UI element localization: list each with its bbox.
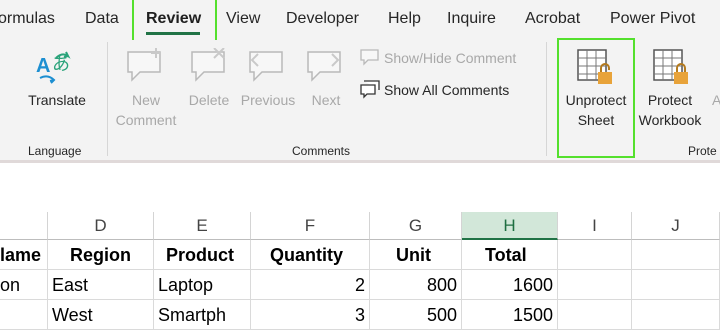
comments-group-label: Comments — [292, 144, 351, 158]
translate-icon: A あ — [36, 50, 78, 93]
table-cell[interactable]: Smartph — [154, 300, 251, 330]
protect-workbook-label-2[interactable]: Workbook — [636, 110, 704, 130]
column-header-c[interactable] — [0, 212, 48, 240]
tab-formulas[interactable]: ormulas — [0, 10, 55, 28]
formula-bar-area[interactable] — [0, 163, 720, 201]
group-separator — [546, 42, 547, 156]
cell-f-header[interactable]: Quantity — [251, 240, 370, 270]
table-cell[interactable]: 500 — [370, 300, 462, 330]
previous-comment-icon — [248, 48, 288, 89]
language-group-label: Language — [28, 144, 82, 158]
table-cell[interactable]: 3 — [251, 300, 370, 330]
table-cell[interactable]: 1500 — [462, 300, 558, 330]
table-cell[interactable]: East — [48, 270, 154, 300]
group-separator — [107, 42, 108, 156]
next-comment-icon — [306, 48, 346, 89]
cell-c-header[interactable]: lame — [0, 240, 48, 270]
protect-workbook-label-1[interactable]: Protect — [636, 90, 704, 110]
column-header-e[interactable]: E — [154, 212, 251, 240]
table-cell[interactable] — [632, 300, 720, 330]
unprotect-sheet-highlight — [557, 38, 635, 158]
table-cell[interactable] — [558, 300, 632, 330]
next-comment-button[interactable]: Next — [304, 90, 348, 110]
tab-view[interactable]: View — [226, 10, 260, 28]
cell-e-header[interactable]: Product — [154, 240, 251, 270]
cell-j-header[interactable] — [632, 240, 720, 270]
tab-inquire[interactable]: Inquire — [447, 10, 496, 28]
svg-text:A: A — [36, 55, 50, 77]
translate-button[interactable]: Translate — [24, 90, 90, 110]
delete-comment-icon — [190, 47, 230, 89]
show-all-comments-icon — [360, 80, 380, 105]
table-cell[interactable]: Laptop — [154, 270, 251, 300]
cut-off-ribbon-button[interactable]: A — [712, 90, 720, 110]
table-cell[interactable] — [632, 270, 720, 300]
column-header-h[interactable]: H — [462, 212, 558, 240]
tab-data[interactable]: Data — [85, 10, 119, 28]
table-cell[interactable]: 2 — [251, 270, 370, 300]
new-comment-label-2[interactable]: Comment — [112, 110, 180, 130]
ribbon-tab-bar: ormulas Data Review View Developer Help … — [0, 0, 720, 40]
column-header-i[interactable]: I — [558, 212, 632, 240]
cell-h-header[interactable]: Total — [462, 240, 558, 270]
new-comment-icon — [126, 48, 166, 89]
show-hide-comment-button[interactable]: Show/Hide Comment — [384, 48, 516, 68]
tab-developer[interactable]: Developer — [286, 10, 359, 28]
table-cell[interactable]: on — [0, 270, 48, 300]
table-cell[interactable] — [558, 270, 632, 300]
cell-i-header[interactable] — [558, 240, 632, 270]
delete-comment-button[interactable]: Delete — [184, 90, 234, 110]
table-cell[interactable]: 1600 — [462, 270, 558, 300]
tab-power-pivot[interactable]: Power Pivot — [610, 10, 695, 28]
table-cell[interactable]: West — [48, 300, 154, 330]
tab-acrobat[interactable]: Acrobat — [525, 10, 580, 28]
tab-help[interactable]: Help — [388, 10, 421, 28]
table-cell[interactable]: 800 — [370, 270, 462, 300]
protect-group-label: Prote — [688, 144, 717, 158]
show-all-comments-button[interactable]: Show All Comments — [384, 80, 509, 100]
table-cell[interactable] — [0, 300, 48, 330]
column-header-g[interactable]: G — [370, 212, 462, 240]
previous-comment-button[interactable]: Previous — [236, 90, 300, 110]
review-tab-highlight — [132, 0, 217, 44]
cell-g-header[interactable]: Unit — [370, 240, 462, 270]
column-header-f[interactable]: F — [251, 212, 370, 240]
protect-workbook-icon — [652, 48, 692, 93]
new-comment-label-1[interactable]: New — [112, 90, 180, 110]
show-hide-comment-icon — [360, 48, 380, 73]
column-header-d[interactable]: D — [48, 212, 154, 240]
column-header-j[interactable]: J — [632, 212, 720, 240]
cell-d-header[interactable]: Region — [48, 240, 154, 270]
